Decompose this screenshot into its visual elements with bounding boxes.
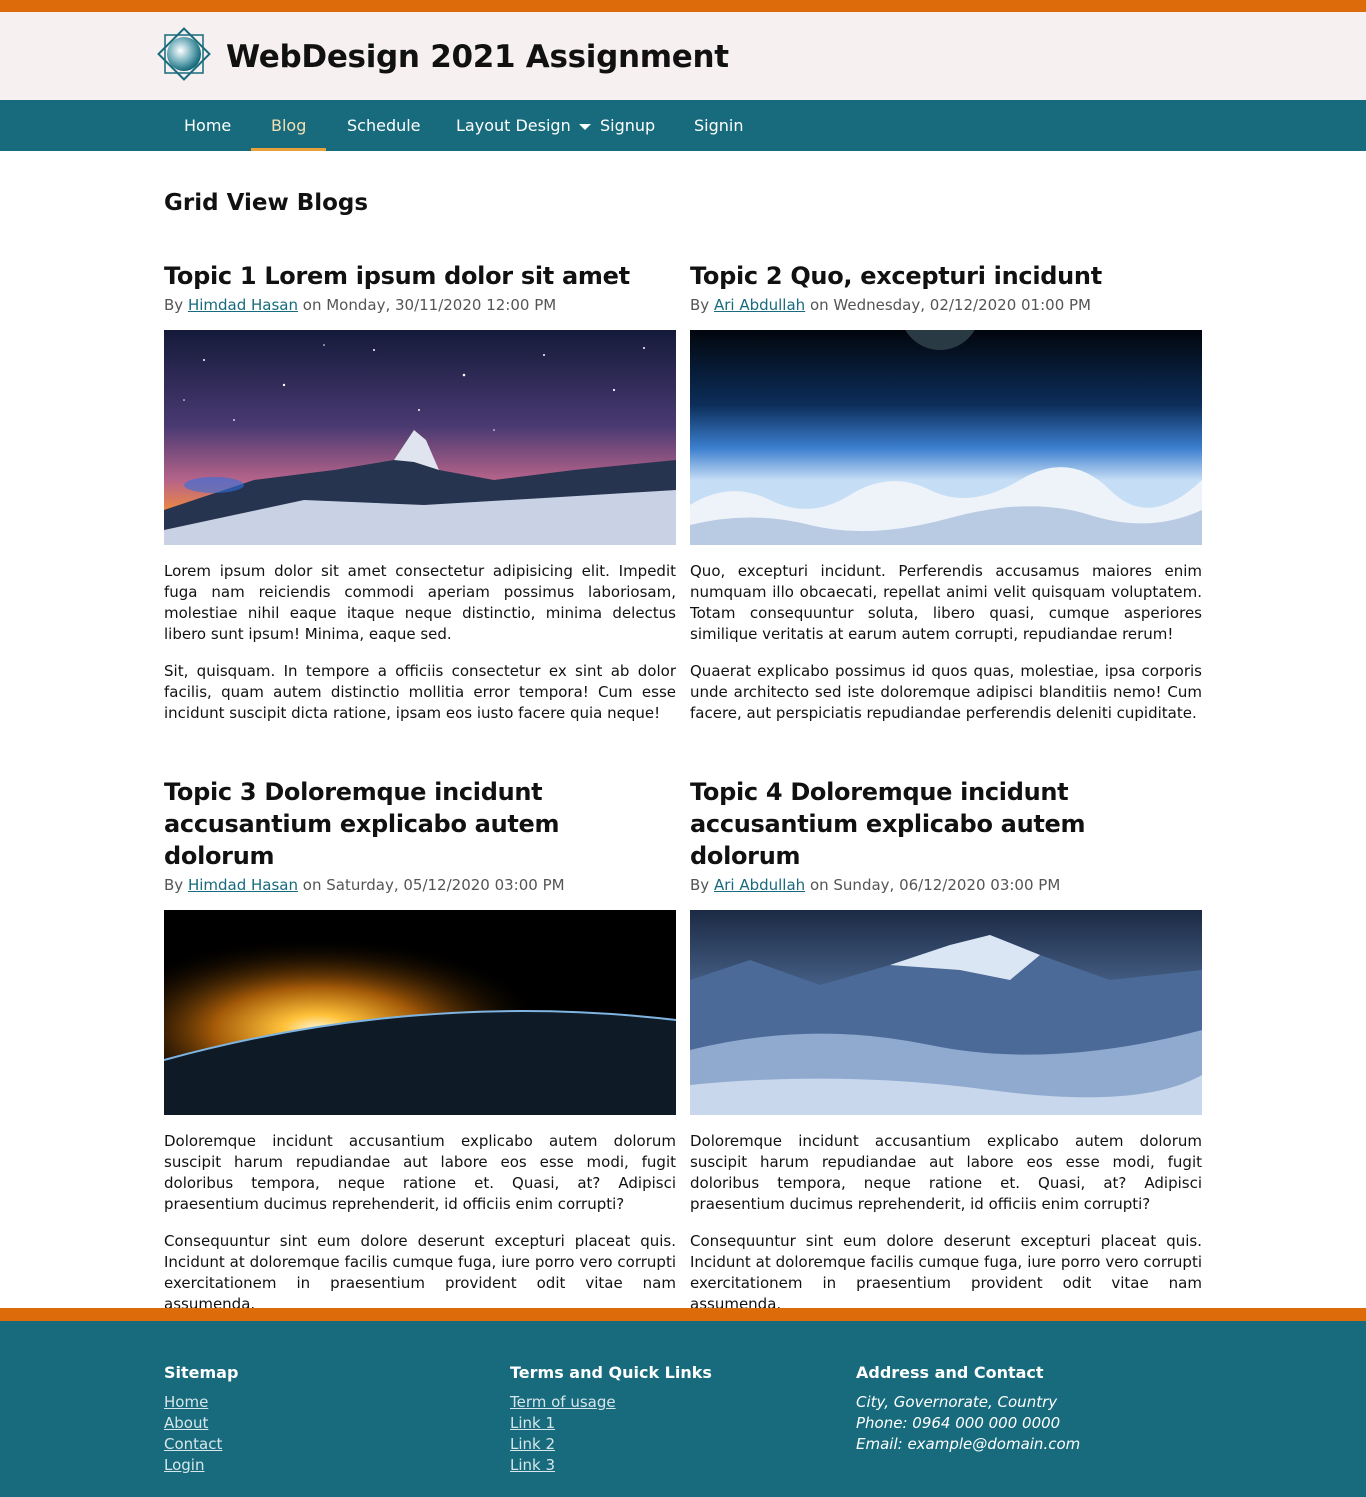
post-paragraph: Doloremque incidunt accusantium explicab… — [690, 1132, 1202, 1213]
post-title: Topic 1 Lorem ipsum dolor sit amet — [164, 262, 630, 290]
nav-blog[interactable]: Blog — [250, 100, 327, 151]
blog-post: Topic 4 Doloremque incidunt accusantium … — [690, 776, 1202, 1315]
post-body: Lorem ipsum dolor sit amet consectetur a… — [164, 561, 676, 724]
post-by: By — [690, 296, 710, 314]
footer-phone: Phone: 0964 000 000 0000 — [856, 1414, 1061, 1432]
post-meta: By Himdad Hasan on Saturday, 05/12/2020 … — [164, 874, 676, 896]
footer-link-about[interactable]: About — [164, 1413, 238, 1434]
main-navigation: Home Blog Schedule Layout Design Signup … — [0, 100, 1366, 151]
post-meta: By Ari Abdullah on Sunday, 06/12/2020 03… — [690, 874, 1202, 896]
blog-post: Topic 2 Quo, excepturi incidunt By Ari A… — [690, 260, 1202, 724]
footer-link-login[interactable]: Login — [164, 1455, 238, 1476]
post-by: By — [164, 296, 184, 314]
footer-accent-bar — [0, 1308, 1366, 1321]
post-title: Topic 4 Doloremque incidunt accusantium … — [690, 778, 1086, 870]
post-date: on Monday, 30/11/2020 12:00 PM — [302, 296, 557, 314]
footer-link-contact[interactable]: Contact — [164, 1434, 238, 1455]
post-date: on Sunday, 06/12/2020 03:00 PM — [809, 876, 1061, 894]
footer-terms: Terms and Quick Links Term of usage Link… — [510, 1363, 712, 1476]
post-paragraph: Quo, excepturi incidunt. Perferendis acc… — [690, 562, 1202, 643]
post-body: Quo, excepturi incidunt. Perferendis acc… — [690, 561, 1202, 724]
post-paragraph: Consequuntur sint eum dolore deserunt ex… — [164, 1232, 676, 1313]
post-author-link[interactable]: Ari Abdullah — [714, 876, 805, 894]
post-author-link[interactable]: Ari Abdullah — [714, 296, 805, 314]
post-paragraph: Lorem ipsum dolor sit amet consectetur a… — [164, 562, 676, 643]
nav-signup[interactable]: Signup — [600, 100, 655, 151]
footer-heading: Sitemap — [164, 1363, 239, 1382]
footer-email: Email: example@domain.com — [856, 1435, 1081, 1453]
blog-post: Topic 3 Doloremque incidunt accusantium … — [164, 776, 676, 1315]
site-footer: Sitemap Home About Contact Login Terms a… — [0, 1321, 1366, 1497]
footer-link-3[interactable]: Link 3 — [510, 1455, 712, 1476]
post-meta: By Ari Abdullah on Wednesday, 02/12/2020… — [690, 294, 1202, 316]
footer-contact: Address and Contact City, Governorate, C… — [856, 1363, 1080, 1455]
caret-down-icon — [578, 123, 591, 130]
diamond-globe-icon[interactable] — [157, 27, 211, 81]
post-paragraph: Doloremque incidunt accusantium explicab… — [164, 1132, 676, 1213]
nav-home[interactable]: Home — [184, 100, 231, 151]
post-by: By — [164, 876, 184, 894]
post-image-earth-clouds — [690, 330, 1202, 545]
footer-sitemap: Sitemap Home About Contact Login — [164, 1363, 238, 1476]
post-date: on Saturday, 05/12/2020 03:00 PM — [302, 876, 565, 894]
nav-schedule[interactable]: Schedule — [347, 100, 421, 151]
post-image-icy-mountains — [690, 910, 1202, 1115]
post-image-sunrise-planet — [164, 910, 676, 1115]
footer-link-2[interactable]: Link 2 — [510, 1434, 712, 1455]
footer-heading: Address and Contact — [856, 1363, 1044, 1382]
brand-header: WebDesign 2021 Assignment — [0, 12, 1366, 100]
post-by: By — [690, 876, 710, 894]
post-author-link[interactable]: Himdad Hasan — [188, 296, 298, 314]
footer-address: City, Governorate, Country — [856, 1393, 1058, 1411]
post-title: Topic 2 Quo, excepturi incidunt — [690, 262, 1102, 290]
post-meta: By Himdad Hasan on Monday, 30/11/2020 12… — [164, 294, 676, 316]
blog-post: Topic 1 Lorem ipsum dolor sit amet By Hi… — [164, 260, 676, 724]
nav-signin[interactable]: Signin — [694, 100, 743, 151]
nav-layout-design-label: Layout Design — [456, 116, 571, 135]
footer-link-terms[interactable]: Term of usage — [510, 1392, 712, 1413]
footer-link-1[interactable]: Link 1 — [510, 1413, 712, 1434]
page-heading: Grid View Blogs — [164, 190, 369, 216]
site-title: WebDesign 2021 Assignment — [226, 39, 729, 75]
top-accent-bar — [0, 0, 1366, 12]
post-title: Topic 3 Doloremque incidunt accusantium … — [164, 778, 560, 870]
post-body: Doloremque incidunt accusantium explicab… — [164, 1131, 676, 1315]
footer-heading: Terms and Quick Links — [510, 1363, 712, 1382]
post-image-starry-mountain — [164, 330, 676, 545]
footer-link-home[interactable]: Home — [164, 1392, 238, 1413]
post-paragraph: Sit, quisquam. In tempore a officiis con… — [164, 662, 676, 722]
post-paragraph: Quaerat explicabo possimus id quos quas,… — [690, 662, 1202, 722]
post-date: on Wednesday, 02/12/2020 01:00 PM — [809, 296, 1091, 314]
post-paragraph: Consequuntur sint eum dolore deserunt ex… — [690, 1232, 1202, 1313]
post-body: Doloremque incidunt accusantium explicab… — [690, 1131, 1202, 1315]
post-author-link[interactable]: Himdad Hasan — [188, 876, 298, 894]
nav-layout-design[interactable]: Layout Design — [456, 100, 591, 151]
